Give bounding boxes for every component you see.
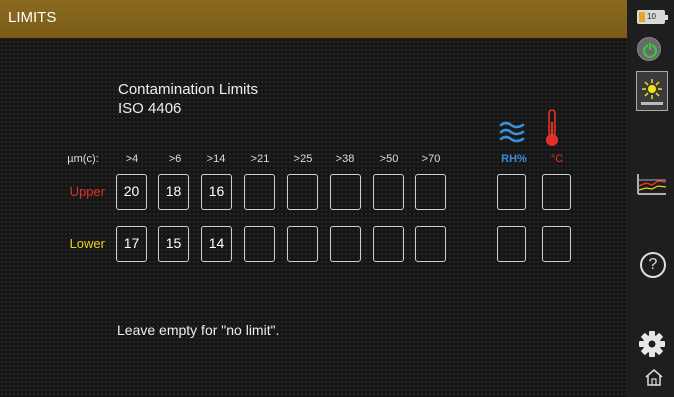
chart-icon bbox=[637, 174, 667, 195]
battery-icon: 10 bbox=[637, 10, 668, 24]
battery-level: 10 bbox=[647, 12, 656, 21]
unit-label: µm(c): bbox=[67, 153, 99, 165]
upper-rh-field[interactable] bbox=[497, 174, 526, 210]
lower-rh-field[interactable] bbox=[497, 226, 526, 262]
title-bar: LIMITS bbox=[0, 0, 627, 38]
home-button[interactable] bbox=[644, 367, 664, 387]
lower-limit-field[interactable] bbox=[244, 226, 275, 262]
brightness-button[interactable] bbox=[636, 71, 668, 111]
lower-limit-field[interactable] bbox=[373, 226, 404, 262]
power-button[interactable] bbox=[637, 37, 661, 61]
col-header: >70 bbox=[421, 153, 441, 165]
trend-chart-button[interactable] bbox=[636, 172, 668, 196]
lower-label: Lower bbox=[69, 236, 105, 251]
settings-button[interactable] bbox=[638, 330, 666, 358]
upper-temp-field[interactable] bbox=[542, 174, 571, 210]
lower-limit-field[interactable] bbox=[415, 226, 446, 262]
rh-header: RH% bbox=[501, 153, 527, 165]
battery-fill bbox=[639, 12, 645, 22]
lower-limit-field[interactable] bbox=[330, 226, 361, 262]
col-header: >4 bbox=[125, 153, 139, 165]
upper-limit-field[interactable] bbox=[330, 174, 361, 210]
battery-terminal bbox=[665, 15, 668, 20]
heading-standard: ISO 4406 bbox=[118, 100, 182, 117]
power-icon bbox=[642, 43, 658, 59]
upper-limit-field[interactable] bbox=[415, 174, 446, 210]
lower-limit-field[interactable]: 14 bbox=[201, 226, 232, 262]
upper-limit-field[interactable] bbox=[373, 174, 404, 210]
gear-icon bbox=[639, 331, 665, 357]
col-header: >14 bbox=[206, 153, 226, 165]
upper-limit-field[interactable]: 20 bbox=[116, 174, 147, 210]
col-header: >21 bbox=[250, 153, 270, 165]
page-title: LIMITS bbox=[8, 9, 57, 26]
lower-limit-field[interactable]: 17 bbox=[116, 226, 147, 262]
home-icon bbox=[645, 369, 663, 386]
upper-label: Upper bbox=[69, 184, 105, 199]
upper-limit-field[interactable] bbox=[287, 174, 318, 210]
col-header: >50 bbox=[379, 153, 399, 165]
upper-limit-field[interactable]: 18 bbox=[158, 174, 189, 210]
col-header: >38 bbox=[335, 153, 355, 165]
thermometer-icon bbox=[546, 109, 558, 146]
lower-temp-field[interactable] bbox=[542, 226, 571, 262]
lower-limit-field[interactable]: 15 bbox=[158, 226, 189, 262]
upper-limit-field[interactable]: 16 bbox=[201, 174, 232, 210]
heading-title: Contamination Limits bbox=[118, 81, 259, 98]
col-header: >6 bbox=[168, 153, 182, 165]
col-header: >25 bbox=[293, 153, 313, 165]
screen: LIMITS 10 ? Contamination Limits ISO 440… bbox=[0, 0, 674, 397]
humidity-icon bbox=[499, 121, 525, 143]
upper-limit-field[interactable] bbox=[244, 174, 275, 210]
sun-icon bbox=[641, 79, 663, 105]
help-button[interactable]: ? bbox=[640, 252, 666, 278]
temp-header: °C bbox=[550, 153, 564, 165]
footer-note: Leave empty for "no limit". bbox=[117, 322, 280, 338]
lower-limit-field[interactable] bbox=[287, 226, 318, 262]
